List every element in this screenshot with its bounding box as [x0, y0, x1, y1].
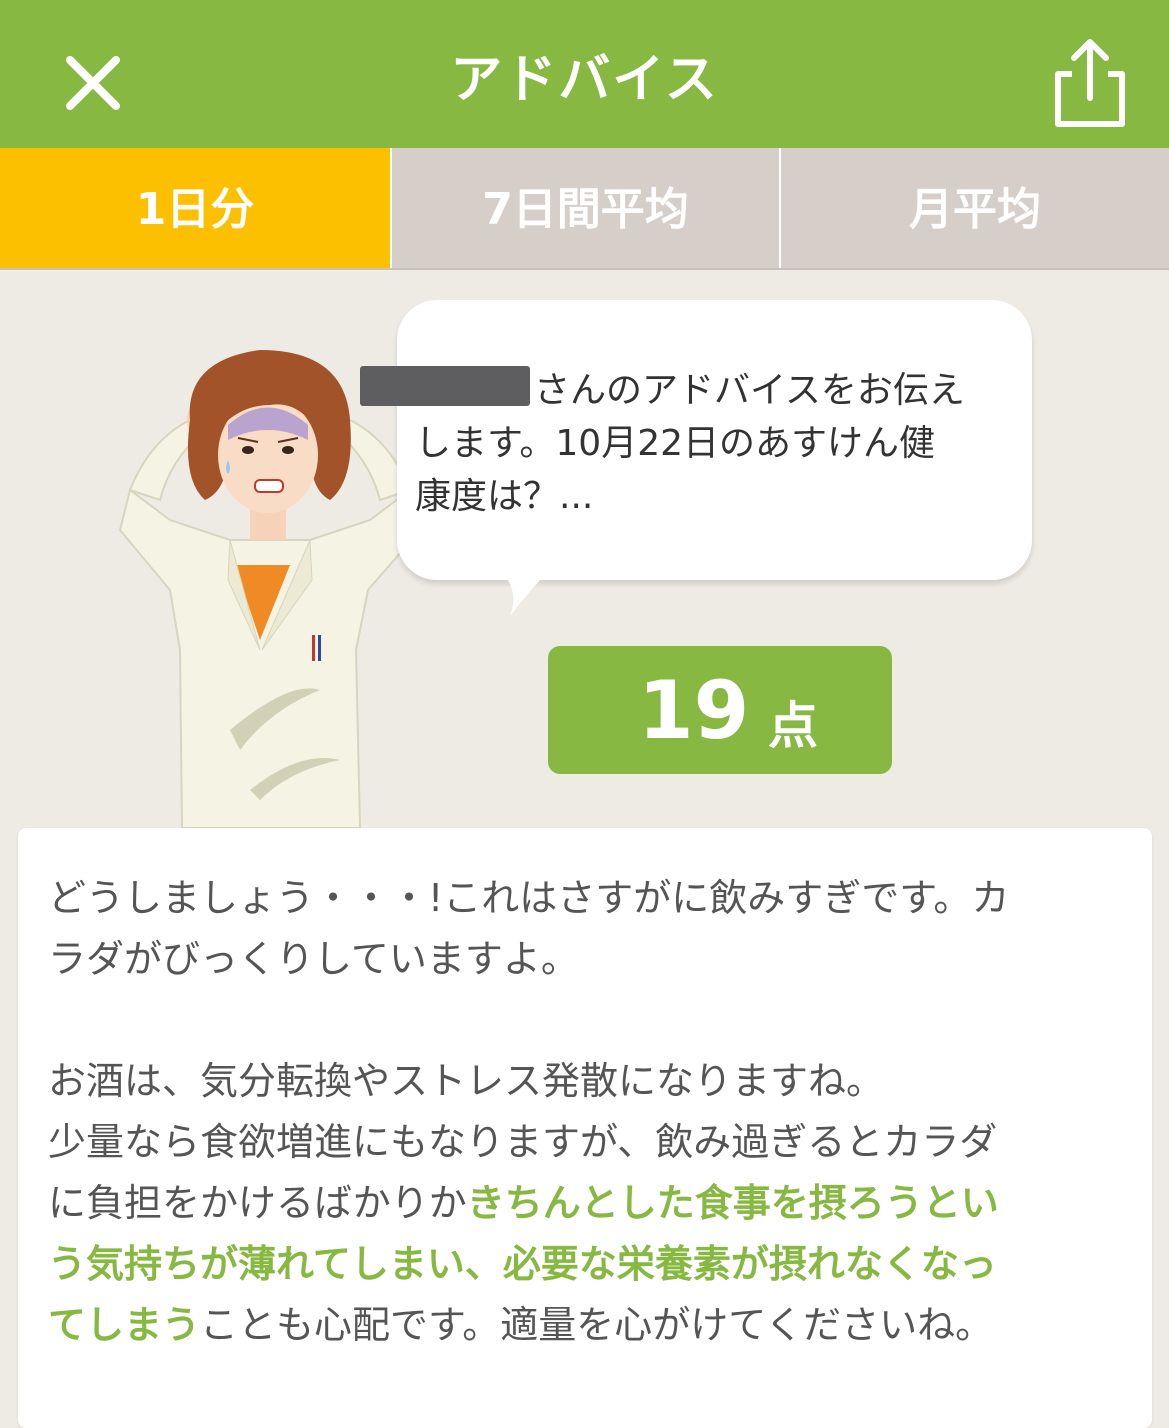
advice-line: てしまうことも心配です。適量を心がけてくださいね。 — [48, 1295, 1128, 1356]
advice-highlight: きちんとした食事を摂ろうとい — [466, 1181, 999, 1225]
bubble-line-3: 康度は？... — [415, 476, 594, 517]
advice-line: お酒は、気分転換やストレス発散になりますね。 — [48, 1059, 885, 1103]
score-value: 19 — [638, 664, 750, 757]
advice-line: に負担をかけるばかりかきちんとした食事を摂ろうとい — [48, 1173, 1128, 1234]
health-score-badge: 19 点 — [548, 646, 892, 774]
share-button[interactable] — [1040, 30, 1140, 134]
advice-text-segment: ことも心配です。適量を心がけてくださいね。 — [200, 1303, 994, 1347]
score-unit: 点 — [768, 697, 818, 755]
bubble-line-1: さんのアドバイスをお伝え — [534, 370, 965, 411]
page-title: アドバイス — [450, 50, 719, 110]
share-icon — [1055, 39, 1125, 127]
tab-monthly-average[interactable]: 月平均 — [781, 148, 1169, 268]
advice-line: ラダがびっくりしていますよ。 — [48, 937, 579, 981]
advice-text: どうしましょう・・・!これはさすがに飲みすぎです。カ ラダがびっくりしていますよ… — [48, 868, 1128, 1356]
tab-seven-day-average[interactable]: 7日間平均 — [392, 148, 779, 268]
advice-card: どうしましょう・・・!これはさすがに飲みすぎです。カ ラダがびっくりしていますよ… — [18, 828, 1152, 1428]
bubble-message: さんのアドバイスをお伝え します。10月22日のあすけん健 康度は？... — [360, 364, 1015, 523]
advice-text-segment: に負担をかけるばかりか — [48, 1181, 467, 1225]
app-header: アドバイス — [0, 0, 1169, 148]
advice-line: どうしましょう・・・!これはさすがに飲みすぎです。カ — [48, 876, 1010, 920]
advice-highlight-line: う気持ちが薄れてしまい、必要な栄養素が摂れなくなっ — [48, 1242, 997, 1286]
advice-line: 少量なら食欲増進にもなりますが、飲み過ぎるとカラダ — [48, 1120, 998, 1164]
redacted-user-name — [360, 366, 530, 406]
advice-highlight: てしまう — [48, 1303, 201, 1347]
bubble-line-2: します。10月22日のあすけん健 — [415, 423, 936, 464]
doctor-illustration — [118, 350, 422, 829]
tab-one-day[interactable]: 1日分 — [0, 148, 390, 268]
period-tabs: 1日分 7日間平均 月平均 — [0, 148, 1169, 270]
speech-bubble-tail — [500, 570, 550, 616]
